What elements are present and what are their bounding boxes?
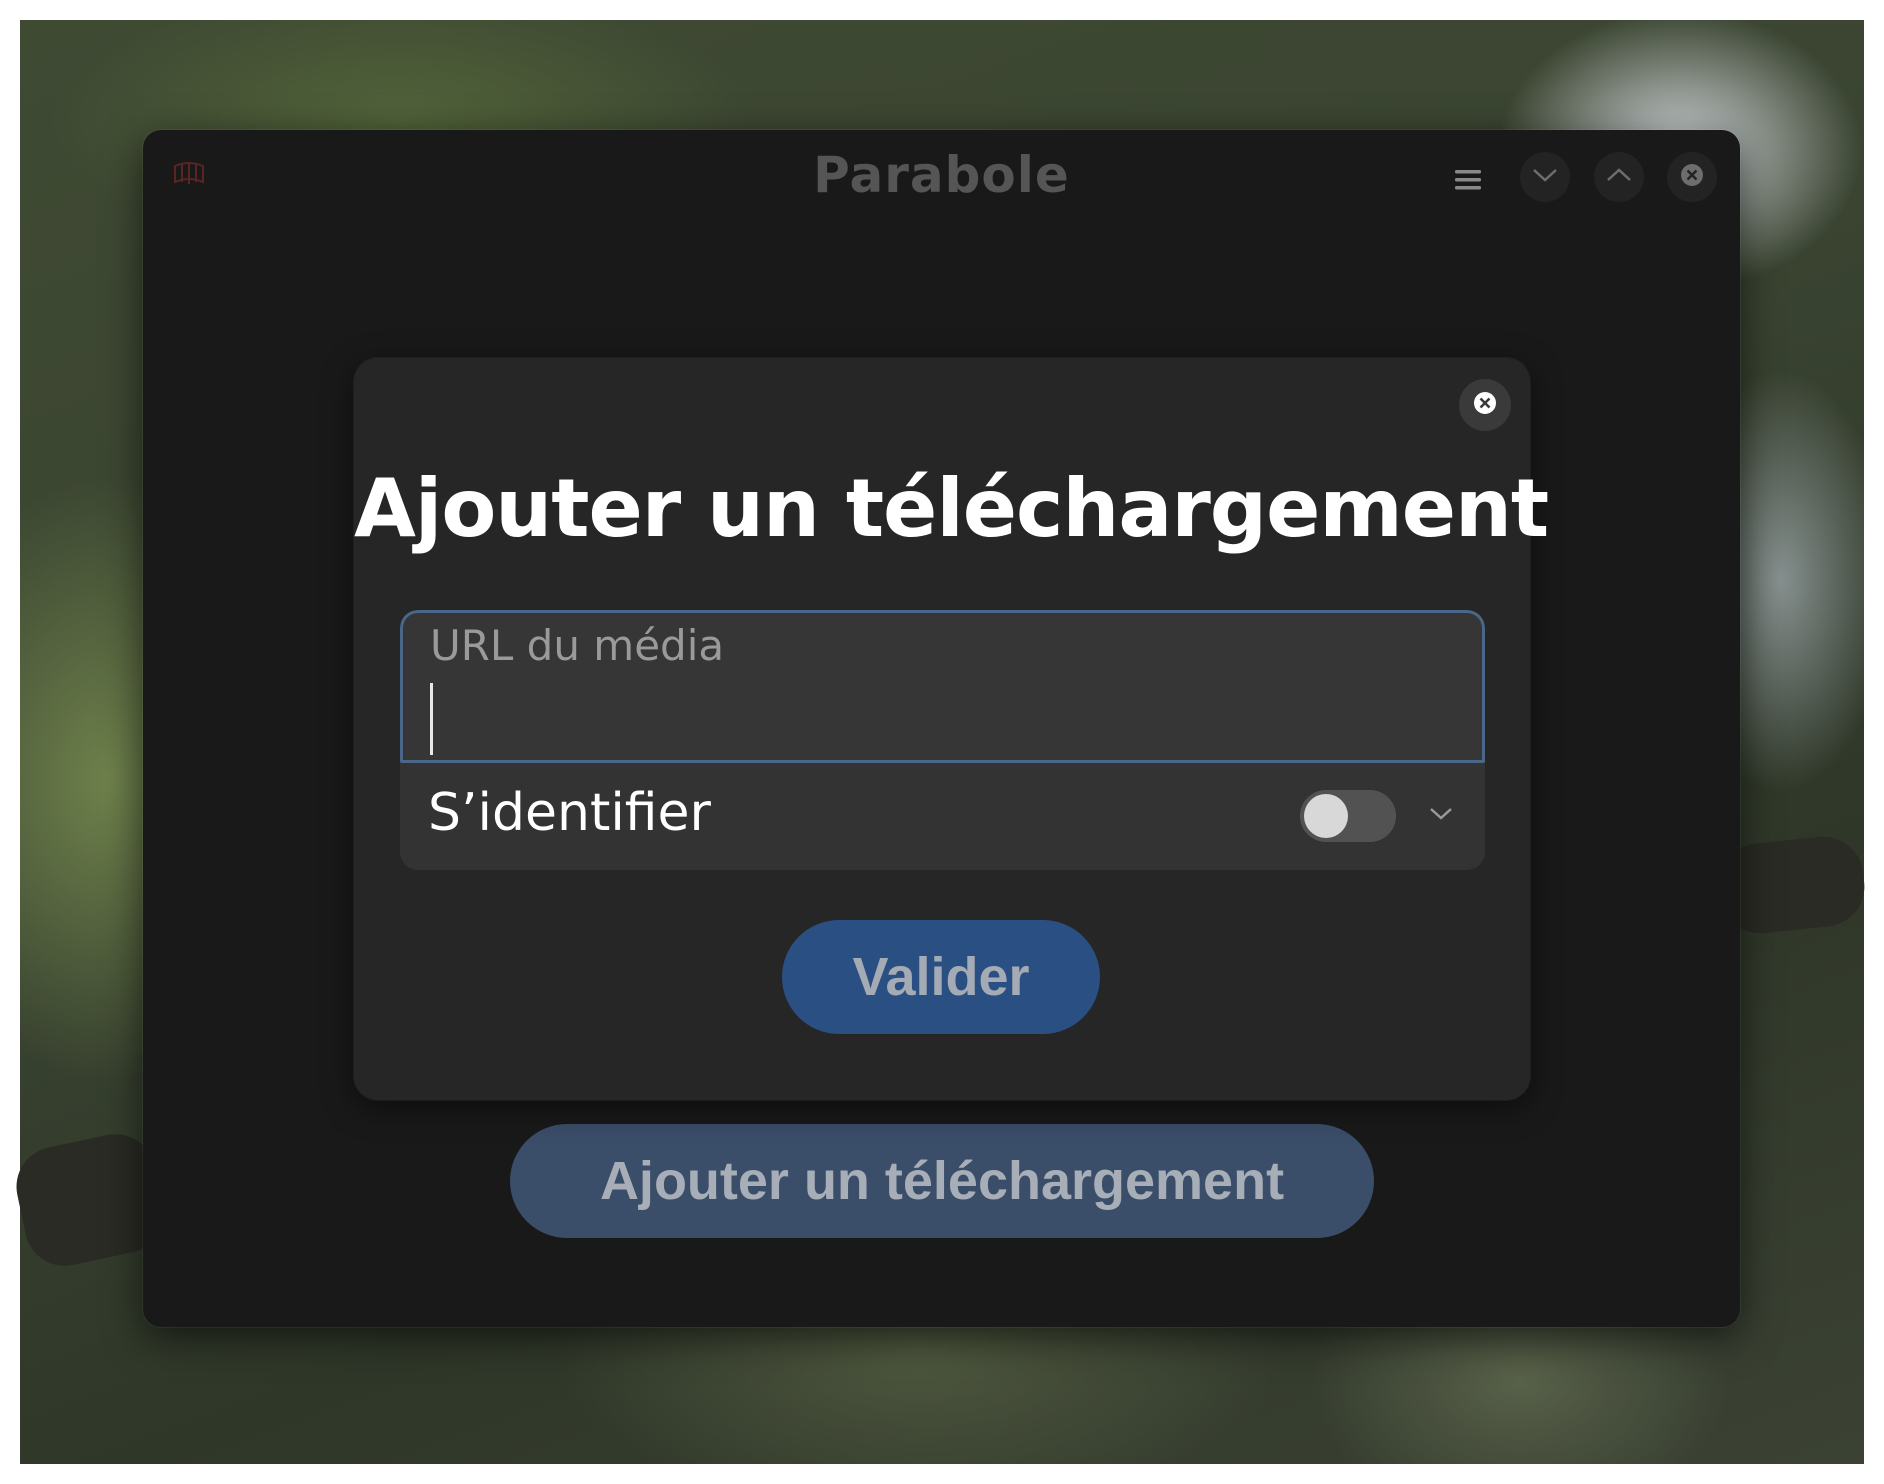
chevron-down-icon [1428,806,1454,826]
dialog-title: Ajouter un téléchargement [354,462,1549,555]
menu-icon [1455,169,1481,195]
add-download-dialog: Ajouter un téléchargement URL du média S… [354,358,1549,1100]
download-options-list: URL du média S’identifier [400,610,1485,870]
maximize-icon [1606,167,1632,187]
text-cursor [430,683,433,755]
close-icon [1472,390,1498,420]
add-download-button[interactable]: Ajouter un téléchargement [510,1124,1374,1238]
close-icon [1679,162,1705,192]
dialog-close-button[interactable] [1459,379,1511,431]
authenticate-switch[interactable] [1300,790,1396,842]
validate-button[interactable]: Valider [782,920,1100,1034]
media-url-field[interactable]: URL du média [400,610,1485,763]
switch-knob [1304,794,1348,838]
maximize-button[interactable] [1594,152,1644,202]
minimize-button[interactable] [1520,152,1570,202]
authenticate-label: S’identifier [428,783,711,843]
main-menu-button[interactable] [1446,160,1490,204]
expand-button[interactable] [1416,791,1466,841]
media-url-label: URL du média [430,621,725,670]
authenticate-row[interactable]: S’identifier [400,763,1485,870]
window-close-button[interactable] [1667,152,1717,202]
window-title: Parabole [813,146,1070,204]
minimize-icon [1532,167,1558,187]
